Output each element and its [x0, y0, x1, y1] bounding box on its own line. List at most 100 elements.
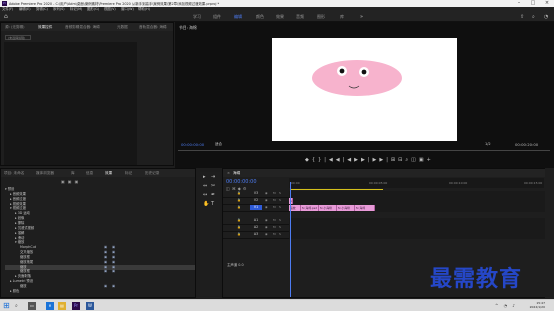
word-icon[interactable]: W [86, 302, 94, 310]
windows-start-icon[interactable]: ⊞ [3, 302, 11, 310]
solo-icon[interactable]: S [279, 232, 281, 237]
slip-tool-icon[interactable]: ↔ [203, 192, 207, 198]
tab-info[interactable]: 信息 [86, 169, 93, 177]
play-icon[interactable]: ▶ [354, 157, 361, 163]
step-forward-icon[interactable]: ▶| [361, 157, 373, 163]
track-label[interactable]: V3 [250, 191, 262, 196]
solo-icon[interactable]: S [279, 191, 281, 196]
yuv-icon[interactable]: ▣ [75, 179, 82, 184]
edge-icon[interactable]: e [46, 302, 54, 310]
work-area-bar[interactable] [291, 189, 383, 190]
tab-history[interactable]: 历史记录 [145, 169, 159, 177]
search-icon[interactable]: ⌕ [532, 14, 535, 20]
track-area[interactable] [289, 225, 545, 232]
accelerated-icon[interactable]: ▣ [61, 179, 68, 184]
clock[interactable]: 15:47 2022/1/20 [515, 301, 545, 309]
zoom-fit-select[interactable]: 适合 [215, 142, 222, 147]
timeline-clip[interactable]: fx 海绵.psd [301, 205, 319, 211]
go-to-in-icon[interactable]: |◀ [324, 157, 336, 163]
toggle-output-icon[interactable]: ◉ [265, 191, 268, 196]
marker-icon[interactable]: ◆ [305, 157, 312, 163]
workspace-audio[interactable]: 音频 [296, 14, 304, 20]
toggle-output-icon[interactable]: ◉ [265, 205, 268, 210]
tab-project[interactable]: 项目: 未命名 [4, 169, 24, 177]
track-lock-icon[interactable]: 🔒 [237, 198, 241, 203]
track-label[interactable]: V2 [250, 198, 262, 203]
track-lock-icon[interactable]: 🔒 [237, 232, 241, 237]
track-area[interactable]: 缩放 fx 海绵.psd fx 小海绵 fx 小海绵 fx 海绵 [289, 205, 545, 212]
toggle-output-icon[interactable]: ◉ [265, 198, 268, 203]
track-select-icon[interactable]: ⇥ [211, 174, 215, 180]
workspace-color[interactable]: 颜色 [256, 14, 264, 20]
mute-icon[interactable]: M [273, 225, 276, 230]
track-a1[interactable]: 🔒 A1 ◉ M S [223, 218, 545, 225]
taskbar-search-icon[interactable]: ⌕ [15, 303, 18, 309]
mute-icon[interactable]: M [273, 218, 276, 223]
solo-icon[interactable]: S [279, 225, 281, 230]
timeline-ruler[interactable]: 00:00 00:00:05:00 00:00:10:00 00:00:15:0… [289, 178, 544, 188]
tab-markers[interactable]: 标记 [125, 169, 132, 177]
mute-icon[interactable]: M [273, 191, 276, 196]
task-view-icon[interactable]: ▭ [28, 302, 36, 310]
tab-audio-clip-mixer[interactable]: 音频剪辑混合器: 海绵 [65, 23, 100, 31]
button-editor-icon[interactable]: + [427, 157, 434, 163]
track-label[interactable]: A3 [250, 232, 262, 237]
solo-icon[interactable]: S [279, 218, 281, 223]
track-lock-icon[interactable]: 🔒 [237, 218, 241, 223]
selection-tool-icon[interactable]: ▸ [203, 174, 206, 180]
track-area[interactable] [289, 218, 545, 225]
premiere-taskbar-icon[interactable]: Pr [72, 302, 80, 310]
share-icon[interactable]: ⇧ [520, 14, 524, 20]
program-scrubber[interactable] [178, 150, 550, 152]
tab-effects[interactable]: 效果 [105, 169, 112, 177]
tab-libraries[interactable]: 库 [71, 169, 75, 177]
home-icon[interactable]: ⌂ [4, 14, 10, 20]
workspace-effects[interactable]: 效果 [276, 14, 284, 20]
step-back-icon[interactable]: ◀| [336, 157, 348, 163]
workspace-libraries[interactable]: 库 [340, 14, 344, 20]
tab-sequence[interactable]: 海绵 [233, 169, 240, 177]
hand-tool-icon[interactable]: ✋ [203, 201, 209, 207]
timeline-clip[interactable]: fx 海绵 [355, 205, 375, 211]
workspace-assembly[interactable]: 组件 [213, 14, 221, 20]
track-lock-icon[interactable]: 🔒 [237, 225, 241, 230]
close-tab-icon[interactable]: × [227, 169, 230, 177]
track-area[interactable] [289, 232, 545, 239]
razor-tool-icon[interactable]: ✂ [211, 183, 215, 189]
workspace-editing[interactable]: 编辑 [234, 14, 242, 20]
tab-media-browser[interactable]: 媒体浏览器 [36, 169, 54, 177]
tab-audio-track-mixer[interactable]: 音轨混合器: 海绵 [139, 23, 167, 31]
toggle-output-icon[interactable]: ◉ [265, 225, 268, 230]
track-label[interactable]: V1 [250, 205, 262, 210]
pen-tool-icon[interactable]: ✒ [211, 192, 215, 198]
track-a3[interactable]: 🔒 A3 ◉ M S [223, 232, 545, 239]
transport-controls[interactable]: ◆{}|◀◀|◀▶▶|▶▶|⊞⊟⌕◫▣+ [305, 157, 434, 163]
file-explorer-icon[interactable]: ▤ [58, 302, 66, 310]
close-button[interactable]: × [540, 0, 554, 7]
tab-source[interactable]: 源: (无剪辑) [5, 23, 25, 31]
playhead[interactable] [290, 182, 291, 297]
track-v2[interactable]: 🔒 V2 ◉ M Sfx [223, 198, 545, 205]
type-tool-icon[interactable]: T [211, 201, 214, 207]
toggle-output-icon[interactable]: ◉ [265, 232, 268, 237]
go-to-out-icon[interactable]: ▶▶| [373, 157, 391, 163]
ripple-edit-icon[interactable]: ⇔ [203, 183, 207, 189]
track-lock-icon[interactable]: 🔒 [237, 191, 241, 196]
safe-margins-icon[interactable]: ▣ [419, 157, 427, 163]
mute-icon[interactable]: M [273, 205, 276, 210]
tab-effect-controls[interactable]: 效果控件 [38, 23, 52, 31]
track-label[interactable]: A1 [250, 218, 262, 223]
solo-icon[interactable]: S [279, 205, 281, 210]
more-icon[interactable]: » [360, 14, 363, 20]
maximize-button[interactable]: □ [526, 0, 540, 7]
tab-metadata[interactable]: 元数据 [117, 23, 128, 31]
notification-icon[interactable]: ◔ [544, 14, 548, 20]
track-a2[interactable]: 🔒 A2 ◉ M S [223, 225, 545, 232]
timeline-clip[interactable]: fx 小海绵 [319, 205, 337, 211]
workspace-graphics[interactable]: 图形 [317, 14, 325, 20]
program-timecode[interactable]: 00:00:00:00 [181, 142, 204, 147]
mute-icon[interactable]: M [273, 198, 276, 203]
system-tray[interactable]: ^ ◔ ♪ [495, 303, 517, 308]
timeline-timecode[interactable]: 00:00:00:00 [226, 179, 257, 185]
mute-icon[interactable]: M [273, 232, 276, 237]
